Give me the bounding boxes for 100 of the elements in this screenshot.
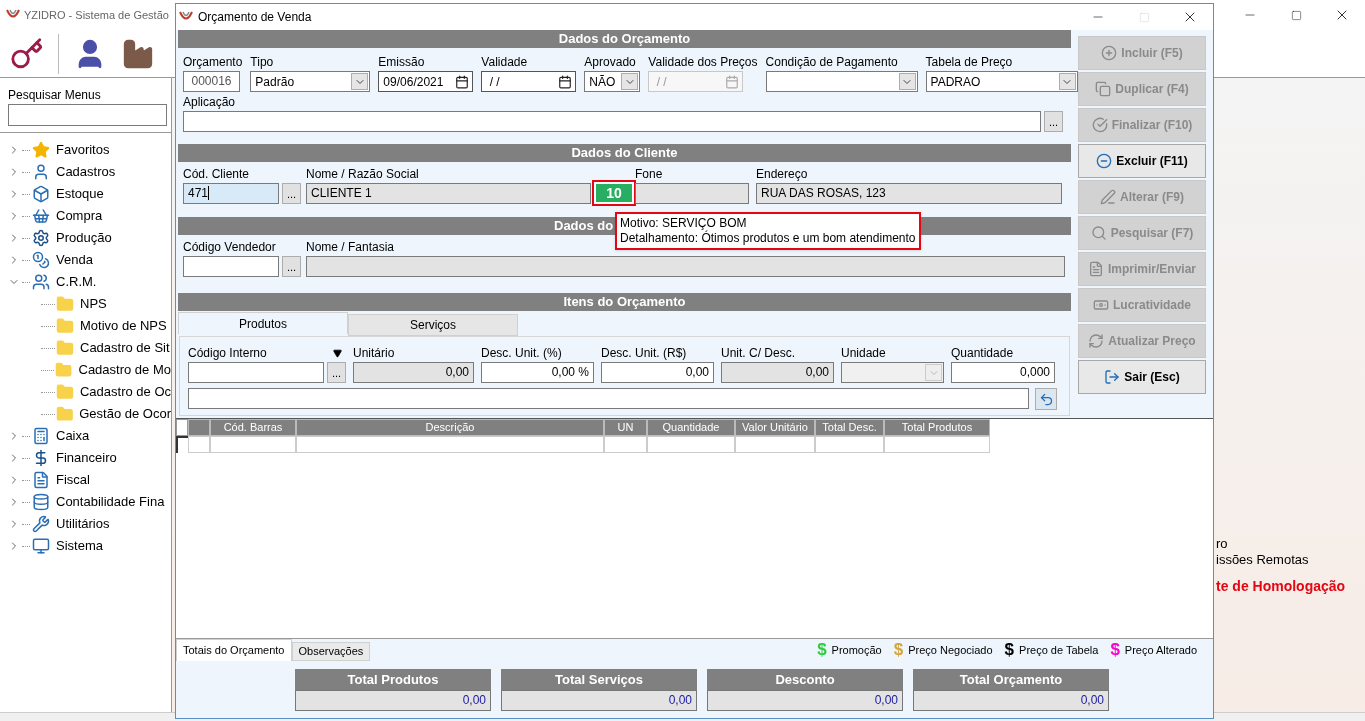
document-icon xyxy=(1088,261,1104,277)
table-cell xyxy=(188,436,210,453)
people-icon xyxy=(32,273,50,291)
calendar-icon[interactable] xyxy=(455,74,470,89)
tab[interactable]: Produtos xyxy=(178,312,348,334)
chevron-icon xyxy=(898,73,916,90)
menu-item[interactable]: Cadastros xyxy=(56,162,116,182)
exit-icon xyxy=(1104,369,1121,385)
action-button[interactable]: Sair (Esc) xyxy=(1078,360,1206,394)
input-field[interactable] xyxy=(635,183,749,204)
input-field[interactable] xyxy=(183,256,279,277)
browse-button[interactable]: ... xyxy=(1044,111,1063,132)
search-icon xyxy=(1090,225,1107,241)
input-field[interactable] xyxy=(188,362,324,383)
column-header[interactable]: Valor Unitário xyxy=(735,419,815,436)
total-value: 0,00 xyxy=(913,690,1109,711)
column-header[interactable]: Quantidade xyxy=(647,419,735,436)
menu-item[interactable]: Cadastro de Sit xyxy=(80,338,170,358)
input-field[interactable]: 0,000 xyxy=(951,362,1055,383)
tools-icon xyxy=(32,515,50,533)
refresh-icon xyxy=(1088,333,1105,349)
dropdown[interactable] xyxy=(765,71,918,92)
field-label: Fone xyxy=(635,167,664,181)
menu-item[interactable]: Favoritos xyxy=(56,140,110,160)
field-label: Unidade xyxy=(841,346,886,360)
input-field[interactable]: 0,00 xyxy=(721,362,834,383)
input-field[interactable]: RUA DAS ROSAS, 123 xyxy=(756,183,1062,204)
folder-icon xyxy=(55,361,73,379)
key-icon[interactable] xyxy=(10,36,44,71)
window-title: Orçamento de Venda xyxy=(198,9,313,26)
browse-button[interactable]: ... xyxy=(282,183,301,204)
basket-icon xyxy=(32,207,50,225)
field-label: Desc. Unit. (R$) xyxy=(601,346,687,360)
total-label: Total Orçamento xyxy=(913,669,1109,690)
row-indicator xyxy=(176,436,188,453)
dropdown-arrow-icon[interactable] xyxy=(333,348,342,358)
menu-item[interactable]: C.R.M. xyxy=(56,272,97,292)
column-header[interactable]: UN xyxy=(604,419,647,436)
calendar-icon[interactable] xyxy=(558,74,573,89)
input-field[interactable]: CLIENTE 1 xyxy=(306,183,591,204)
gear-icon xyxy=(32,229,50,247)
table-cell xyxy=(604,436,647,453)
section-header: Dados do Cliente xyxy=(178,144,1071,162)
browse-button[interactable]: ... xyxy=(327,362,346,383)
undo-button[interactable] xyxy=(1035,388,1057,410)
column-header[interactable] xyxy=(188,419,210,436)
menu-item[interactable]: Venda xyxy=(56,250,93,270)
tab[interactable]: Observações xyxy=(291,642,371,661)
menu-item[interactable]: Utilitários xyxy=(56,514,110,534)
dropdown[interactable]: NÃO xyxy=(584,71,641,92)
input-field[interactable]: 000016 xyxy=(183,71,240,92)
menu-item[interactable]: Motivo de NPS xyxy=(80,316,167,336)
search-field[interactable] xyxy=(8,104,167,126)
column-header[interactable]: Descrição xyxy=(296,419,604,436)
input-field[interactable]: 0,00 xyxy=(601,362,714,383)
menu-item[interactable]: Estoque xyxy=(56,184,104,204)
menu-item[interactable]: Financeiro xyxy=(56,448,117,468)
input-field[interactable] xyxy=(188,388,1029,409)
menu-item[interactable]: Gestão de Ocor xyxy=(79,404,171,424)
input-field[interactable]: 471 xyxy=(183,183,279,204)
person-icon xyxy=(32,163,50,181)
menu-item[interactable]: Cadastro de Oc xyxy=(79,382,171,402)
field-label: Unitário xyxy=(353,346,395,360)
tooltip-text: Motivo: SERVIÇO BOM xyxy=(620,216,748,231)
menu-item[interactable]: Contabilidade Fina xyxy=(56,492,165,512)
input-field[interactable]: 0,00 % xyxy=(481,362,594,383)
legend-label: Preço Alterado xyxy=(1124,642,1197,658)
column-header[interactable]: Total Desc. xyxy=(815,419,884,436)
menu-item[interactable]: Sistema xyxy=(56,536,103,556)
menu-item[interactable]: Fiscal xyxy=(56,470,90,490)
dropdown[interactable]: Padrão xyxy=(250,71,371,92)
menu-item[interactable]: Caixa xyxy=(56,426,90,446)
tab[interactable]: Serviços xyxy=(348,314,518,336)
menu-item[interactable]: Cadastro de Mo xyxy=(78,360,171,380)
menu-item[interactable]: NPS xyxy=(80,294,107,314)
field-label: Aprovado xyxy=(584,55,637,69)
date-field[interactable]: 09/06/2021 xyxy=(378,71,474,92)
field-label: Tabela de Preço xyxy=(925,55,1014,69)
document-icon xyxy=(32,471,50,489)
field-label: Desc. Unit. (%) xyxy=(481,346,562,360)
total-value: 0,00 xyxy=(295,690,491,711)
input-field[interactable] xyxy=(183,111,1041,132)
dropdown[interactable]: PADRAO xyxy=(925,71,1078,92)
browse-button[interactable]: ... xyxy=(282,256,301,277)
date-field[interactable]: / / xyxy=(481,71,577,92)
column-header[interactable]: Cód. Barras xyxy=(210,419,296,436)
coins-icon xyxy=(32,493,50,511)
tab[interactable]: Totais do Orçamento xyxy=(176,639,292,661)
input-field[interactable] xyxy=(306,256,1065,277)
notice-text: te de Homologação xyxy=(1216,578,1347,594)
action-button[interactable]: Excluir (F11) xyxy=(1078,144,1206,178)
folder-icon xyxy=(55,405,74,423)
input-field[interactable]: 0,00 xyxy=(353,362,474,383)
legend-label: Preço Negociado xyxy=(908,642,993,658)
column-header[interactable]: Total Produtos xyxy=(884,419,990,436)
money-icon xyxy=(1093,297,1109,313)
section-header: Itens do Orçamento xyxy=(178,293,1071,311)
menu-item[interactable]: Compra xyxy=(56,206,103,226)
menu-item[interactable]: Produção xyxy=(56,228,112,248)
folder-icon xyxy=(56,295,74,313)
